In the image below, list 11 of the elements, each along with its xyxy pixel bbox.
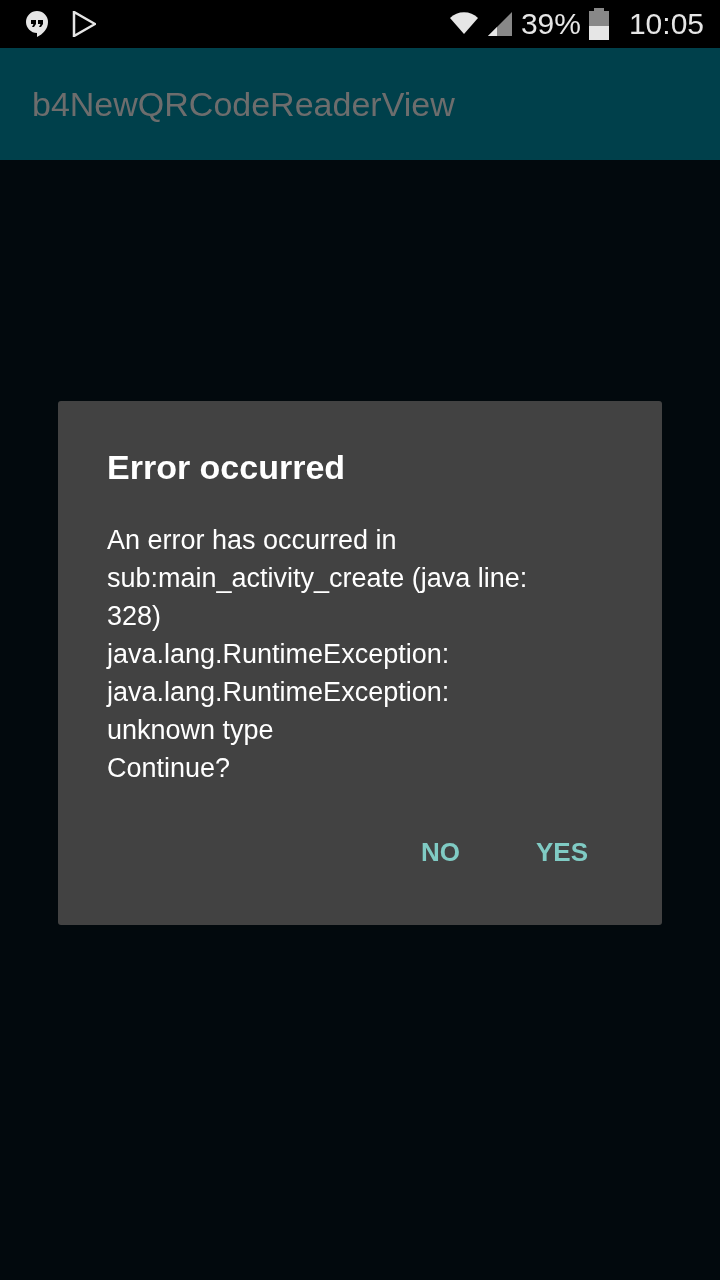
battery-icon	[588, 8, 609, 40]
battery-percentage: 39%	[520, 7, 581, 41]
clock: 10:05	[628, 7, 704, 41]
dialog-button[interactable]: NO	[406, 829, 474, 876]
chat-bubble-icon	[24, 10, 50, 38]
app-title: b4NewQRCodeReaderView	[32, 84, 455, 124]
dialog-message: An error has occurred in sub:main_activity_create (java line: 328) java.lang.RuntimeException: java.lang.RuntimeException: unknown type Continue?	[107, 524, 529, 785]
dialog-button[interactable]: YES	[521, 829, 602, 876]
signal-icon	[486, 11, 513, 37]
dialog-title: Error occurred	[107, 447, 347, 488]
play-icon	[72, 11, 96, 37]
